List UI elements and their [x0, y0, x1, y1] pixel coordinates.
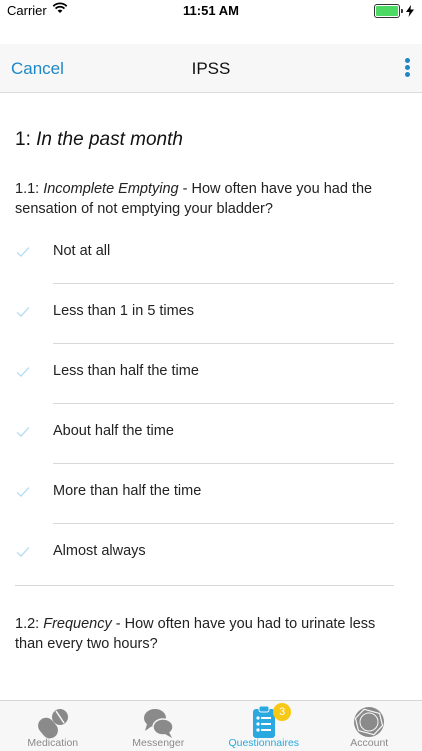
navigation-bar: Cancel IPSS: [0, 44, 422, 93]
tab-messenger[interactable]: Messenger: [106, 701, 212, 751]
question-1-2: 1.2: Frequency - How often have you had …: [15, 614, 400, 654]
notification-badge: 3: [273, 703, 291, 721]
question-number: 1.2:: [15, 616, 39, 632]
question-number: 1.1:: [15, 181, 39, 197]
tab-questionnaires[interactable]: 3 Questionnaires: [211, 701, 317, 751]
tab-label: Account: [317, 737, 422, 749]
tab-medication[interactable]: Medication: [0, 701, 106, 751]
chat-bubbles-icon: [141, 705, 175, 739]
checkmark-icon: [16, 426, 30, 438]
answer-option[interactable]: Less than 1 in 5 times: [0, 284, 422, 344]
battery-icon: [374, 4, 414, 18]
tab-account[interactable]: Account: [317, 701, 422, 751]
checkmark-icon: [16, 306, 30, 318]
checkmark-icon: [16, 366, 30, 378]
tab-label: Medication: [0, 737, 106, 749]
more-vertical-icon[interactable]: [404, 58, 410, 78]
account-icon: [352, 705, 386, 739]
tab-label: Questionnaires: [211, 737, 317, 749]
question-name: Frequency: [43, 616, 112, 632]
answer-label: About half the time: [53, 423, 174, 439]
section-heading: 1: In the past month: [15, 129, 183, 151]
checkmark-icon: [16, 246, 30, 258]
answer-label: Not at all: [53, 243, 110, 259]
tab-bar: Medication Messenger 3 Questionnaires Ac…: [0, 700, 422, 751]
answer-option[interactable]: About half the time: [0, 404, 422, 464]
answer-label: Almost always: [53, 543, 146, 559]
checkmark-icon: [16, 546, 30, 558]
answer-option[interactable]: Not at all: [0, 224, 422, 284]
charging-bolt-icon: [406, 5, 414, 17]
section-number: 1:: [15, 129, 31, 150]
section-title: In the past month: [36, 129, 183, 150]
answer-option[interactable]: Almost always: [0, 524, 422, 586]
answer-option[interactable]: More than half the time: [0, 464, 422, 524]
checkmark-icon: [16, 486, 30, 498]
answer-label: Less than 1 in 5 times: [53, 303, 194, 319]
status-bar: Carrier 11:51 AM: [0, 0, 422, 22]
answer-label: More than half the time: [53, 483, 201, 499]
question-1-1: 1.1: Incomplete Emptying - How often hav…: [15, 179, 400, 219]
battery-fill: [376, 6, 398, 16]
answer-label: Less than half the time: [53, 363, 199, 379]
tab-label: Messenger: [106, 737, 212, 749]
answer-option[interactable]: Less than half the time: [0, 344, 422, 404]
pills-icon: [36, 705, 70, 739]
status-time: 11:51 AM: [0, 3, 422, 18]
question-name: Incomplete Emptying: [43, 181, 178, 197]
page-title: IPSS: [0, 59, 422, 79]
divider: [15, 585, 394, 586]
